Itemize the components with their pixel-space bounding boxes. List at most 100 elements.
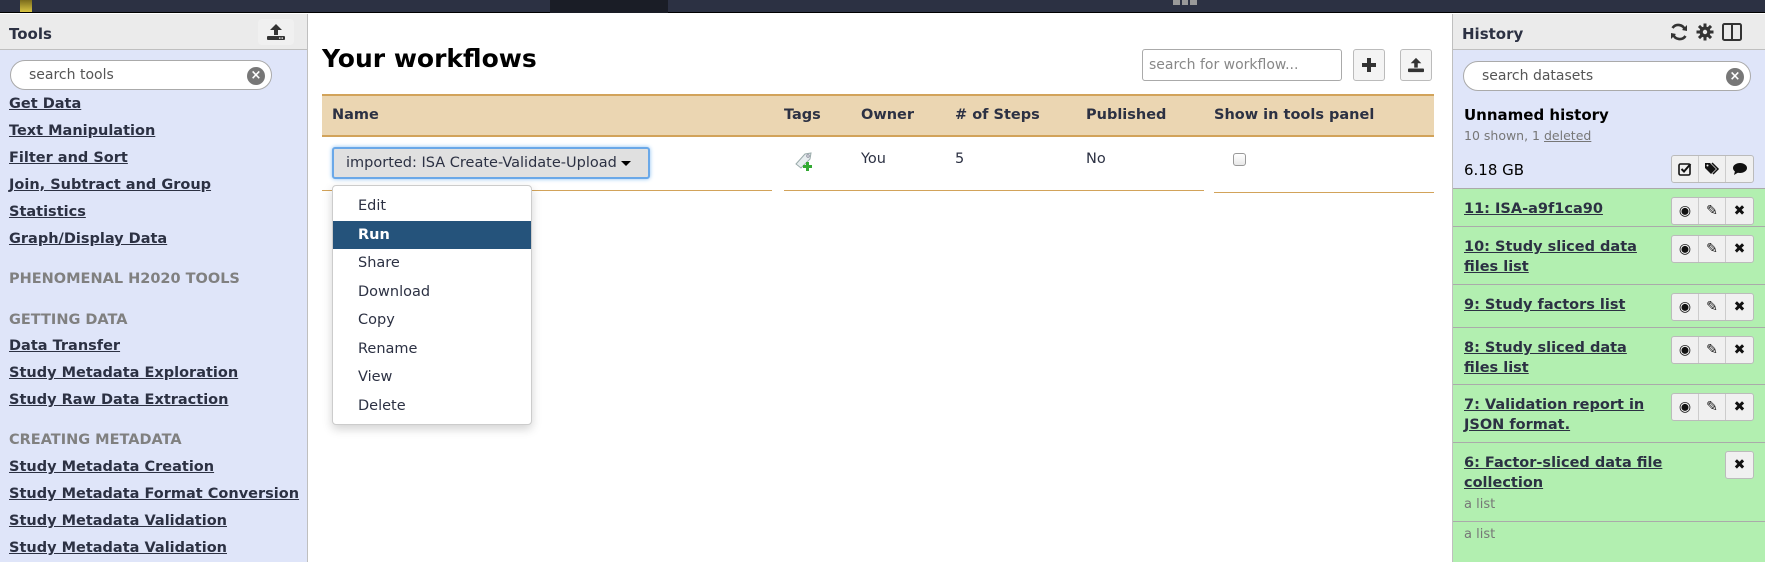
delete-icon[interactable]: ✖ xyxy=(1726,452,1753,478)
dataset-item: a list xyxy=(1453,521,1765,562)
pencil-icon[interactable]: ✎ xyxy=(1699,198,1726,224)
workflow-owner: You xyxy=(861,151,886,167)
tool-link-join-subtract-group[interactable]: Join, Subtract and Group xyxy=(9,177,211,193)
pencil-icon[interactable]: ✎ xyxy=(1699,337,1726,363)
tool-search-input[interactable] xyxy=(29,67,229,83)
clear-search-icon[interactable]: × xyxy=(1726,68,1744,86)
delete-icon[interactable]: ✖ xyxy=(1726,198,1753,224)
upload-icon xyxy=(267,24,285,40)
tool-section-getting-data: GETTING DATA xyxy=(9,312,128,328)
dataset-title[interactable]: 11: ISA-a9f1ca90 xyxy=(1464,199,1654,219)
menu-item-run[interactable]: Run xyxy=(333,220,531,249)
dataset-item: 6: Factor-sliced data file collection a … xyxy=(1453,442,1765,521)
import-workflow-button[interactable] xyxy=(1400,49,1432,81)
deleted-link[interactable]: deleted xyxy=(1544,128,1591,143)
show-in-tools-checkbox[interactable] xyxy=(1233,153,1246,166)
workflow-name-dropdown[interactable]: imported: ISA Create-Validate-Upload xyxy=(332,147,650,179)
history-search-input[interactable] xyxy=(1482,68,1682,84)
tool-link-data-transfer[interactable]: Data Transfer xyxy=(9,338,120,354)
tool-link-study-metadata-validation-2[interactable]: Study Metadata Validation xyxy=(9,540,227,556)
history-search: × xyxy=(1463,61,1751,91)
column-owner[interactable]: Owner xyxy=(861,107,914,123)
column-steps[interactable]: # of Steps xyxy=(955,107,1040,123)
eye-icon[interactable]: ◉ xyxy=(1672,337,1699,363)
add-tag-icon[interactable] xyxy=(793,151,815,171)
delete-icon[interactable]: ✖ xyxy=(1726,294,1753,320)
tool-link-study-metadata-creation[interactable]: Study Metadata Creation xyxy=(9,459,214,475)
history-panel: History × Unnamed history 10 shown, 1 de… xyxy=(1452,14,1765,562)
workflow-table: Name Tags Owner # of Steps Published Sho… xyxy=(322,94,1434,193)
dataset-item: 9: Study factors list ◉ ✎ ✖ xyxy=(1453,284,1765,327)
select-icon[interactable] xyxy=(1672,156,1699,182)
dataset-buttons: ◉ ✎ ✖ xyxy=(1671,336,1754,364)
tags-icon[interactable] xyxy=(1699,156,1726,182)
history-actions xyxy=(1671,155,1754,183)
workflow-search-input[interactable] xyxy=(1142,49,1342,81)
dataset-title[interactable]: 10: Study sliced data files list xyxy=(1464,237,1654,277)
dataset-buttons: ◉ ✎ ✖ xyxy=(1671,293,1754,321)
pencil-icon[interactable]: ✎ xyxy=(1699,236,1726,262)
dataset-buttons: ◉ ✎ ✖ xyxy=(1671,235,1754,263)
grid-icon[interactable] xyxy=(1173,0,1198,5)
history-panel-title: History xyxy=(1462,25,1524,43)
dataset-buttons: ✖ xyxy=(1725,451,1754,479)
upload-button[interactable] xyxy=(258,19,294,45)
clear-search-icon[interactable]: × xyxy=(247,67,265,85)
eye-icon[interactable]: ◉ xyxy=(1672,294,1699,320)
menu-item-download[interactable]: Download xyxy=(333,278,531,307)
page-title: Your workflows xyxy=(322,44,537,73)
eye-icon[interactable]: ◉ xyxy=(1672,236,1699,262)
columns-icon[interactable] xyxy=(1722,23,1742,46)
menu-item-edit[interactable]: Edit xyxy=(333,192,531,221)
workflow-name: imported: ISA Create-Validate-Upload xyxy=(346,155,617,171)
masthead-tab-active[interactable] xyxy=(550,0,668,13)
table-row: imported: ISA Create-Validate-Upload You… xyxy=(322,137,1434,193)
delete-icon[interactable]: ✖ xyxy=(1726,337,1753,363)
column-name[interactable]: Name xyxy=(332,107,379,123)
pencil-icon[interactable]: ✎ xyxy=(1699,394,1726,420)
galaxy-logo[interactable] xyxy=(20,0,32,12)
tool-link-study-metadata-validation[interactable]: Study Metadata Validation xyxy=(9,513,227,529)
workflow-action-menu: Edit Run Share Download Copy Rename View… xyxy=(332,185,532,425)
tool-panel: Tools × Get Data Text Manipulation Filte… xyxy=(0,14,308,562)
menu-item-rename[interactable]: Rename xyxy=(333,335,531,364)
tool-link-statistics[interactable]: Statistics xyxy=(9,204,86,220)
history-size: 6.18 GB xyxy=(1464,161,1525,179)
workflow-steps: 5 xyxy=(955,151,965,167)
plus-icon xyxy=(1362,58,1376,72)
tool-link-filter-and-sort[interactable]: Filter and Sort xyxy=(9,150,128,166)
tool-search: × xyxy=(10,60,272,90)
eye-icon[interactable]: ◉ xyxy=(1672,198,1699,224)
dataset-subtitle: a list xyxy=(1464,497,1496,512)
create-workflow-button[interactable] xyxy=(1353,49,1385,81)
menu-item-view[interactable]: View xyxy=(333,363,531,392)
menu-item-copy[interactable]: Copy xyxy=(333,306,531,335)
column-published[interactable]: Published xyxy=(1086,107,1166,123)
tool-link-text-manipulation[interactable]: Text Manipulation xyxy=(9,123,155,139)
delete-icon[interactable]: ✖ xyxy=(1726,236,1753,262)
history-name[interactable]: Unnamed history xyxy=(1464,106,1609,124)
comment-icon[interactable] xyxy=(1726,156,1753,182)
menu-item-delete[interactable]: Delete xyxy=(333,392,531,421)
menu-item-share[interactable]: Share xyxy=(333,249,531,278)
column-tags[interactable]: Tags xyxy=(784,107,821,123)
tool-link-study-raw-data-extraction[interactable]: Study Raw Data Extraction xyxy=(9,392,228,408)
pencil-icon[interactable]: ✎ xyxy=(1699,294,1726,320)
gear-icon[interactable] xyxy=(1696,23,1714,46)
dataset-subtitle: a list xyxy=(1464,527,1496,542)
dataset-title[interactable]: 9: Study factors list xyxy=(1464,295,1654,315)
dataset-item: 11: ISA-a9f1ca90 ◉ ✎ ✖ xyxy=(1453,188,1765,226)
tool-link-study-metadata-format-conversion[interactable]: Study Metadata Format Conversion xyxy=(9,486,299,502)
refresh-icon[interactable] xyxy=(1669,23,1689,46)
tool-link-graph-display[interactable]: Graph/Display Data xyxy=(9,231,167,247)
tool-link-study-metadata-exploration[interactable]: Study Metadata Exploration xyxy=(9,365,238,381)
delete-icon[interactable]: ✖ xyxy=(1726,394,1753,420)
eye-icon[interactable]: ◉ xyxy=(1672,394,1699,420)
upload-icon xyxy=(1408,57,1424,73)
workflow-published: No xyxy=(1086,151,1106,167)
tool-link-get-data[interactable]: Get Data xyxy=(9,96,81,112)
dataset-title[interactable]: 8: Study sliced data files list xyxy=(1464,338,1654,378)
column-show-in-tools[interactable]: Show in tools panel xyxy=(1214,107,1374,123)
dataset-title[interactable]: 6: Factor-sliced data file collection xyxy=(1464,453,1714,493)
dataset-title[interactable]: 7: Validation report in JSON format. xyxy=(1464,395,1654,435)
